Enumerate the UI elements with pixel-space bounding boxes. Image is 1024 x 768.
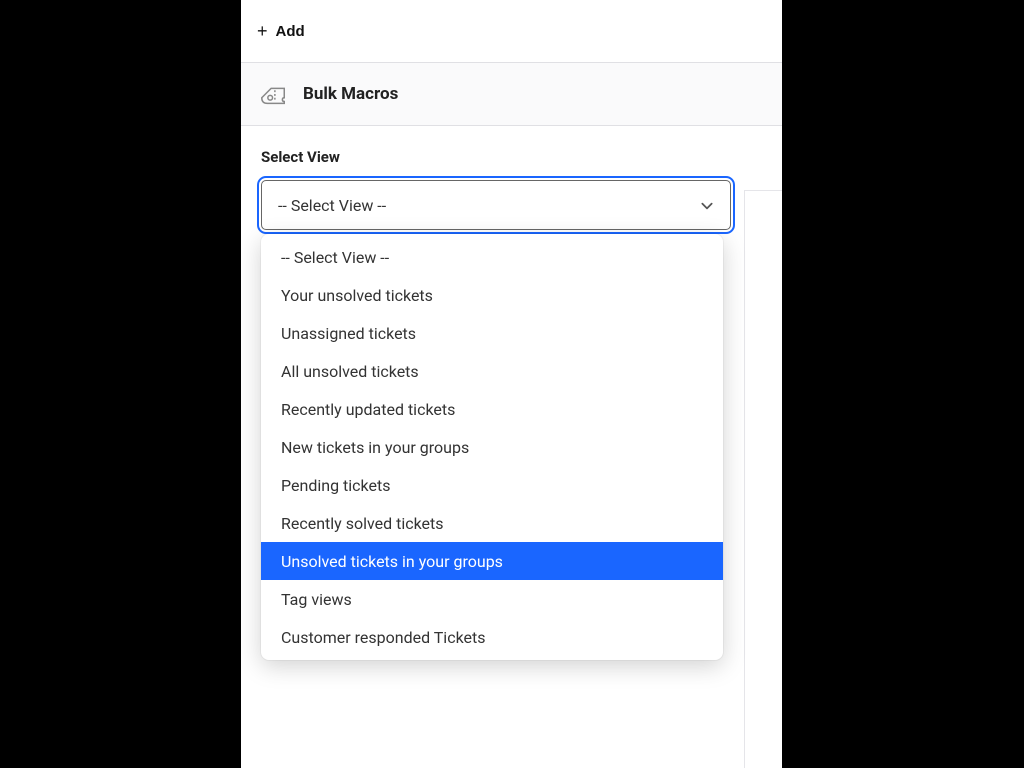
chevron-down-icon bbox=[700, 198, 714, 212]
add-button[interactable]: + Add bbox=[251, 16, 311, 46]
select-view-dropdown[interactable]: -- Select View -- bbox=[261, 180, 731, 230]
dropdown-option[interactable]: Recently updated tickets bbox=[261, 390, 723, 428]
dropdown-option[interactable]: -- Select View -- bbox=[261, 238, 723, 276]
select-view-options: -- Select View --Your unsolved ticketsUn… bbox=[261, 234, 723, 660]
topbar: + Add bbox=[241, 0, 782, 62]
add-button-label: Add bbox=[276, 23, 305, 40]
select-view-label: Select View bbox=[261, 148, 762, 166]
dropdown-option[interactable]: Tag views bbox=[261, 580, 723, 618]
select-view-field: -- Select View -- -- Select View --Your … bbox=[261, 180, 762, 230]
select-view-value: -- Select View -- bbox=[278, 196, 386, 215]
dropdown-option[interactable]: New tickets in your groups bbox=[261, 428, 723, 466]
page-title: Bulk Macros bbox=[303, 84, 398, 104]
right-panel-edge bbox=[744, 190, 782, 768]
dropdown-option[interactable]: All unsolved tickets bbox=[261, 352, 723, 390]
dropdown-option[interactable]: Unassigned tickets bbox=[261, 314, 723, 352]
content-area: Select View -- Select View -- -- Select … bbox=[241, 126, 782, 252]
dropdown-option[interactable]: Pending tickets bbox=[261, 466, 723, 504]
header-bar: Bulk Macros bbox=[241, 62, 782, 126]
dropdown-option[interactable]: Customer responded Tickets bbox=[261, 618, 723, 656]
dropdown-option[interactable]: Your unsolved tickets bbox=[261, 276, 723, 314]
dropdown-option[interactable]: Unsolved tickets in your groups bbox=[261, 542, 723, 580]
plus-icon: + bbox=[257, 22, 268, 40]
tickets-icon bbox=[257, 78, 289, 110]
dropdown-option[interactable]: Recently solved tickets bbox=[261, 504, 723, 542]
app-panel: + Add Bulk Macros Select View -- Select … bbox=[241, 0, 782, 768]
